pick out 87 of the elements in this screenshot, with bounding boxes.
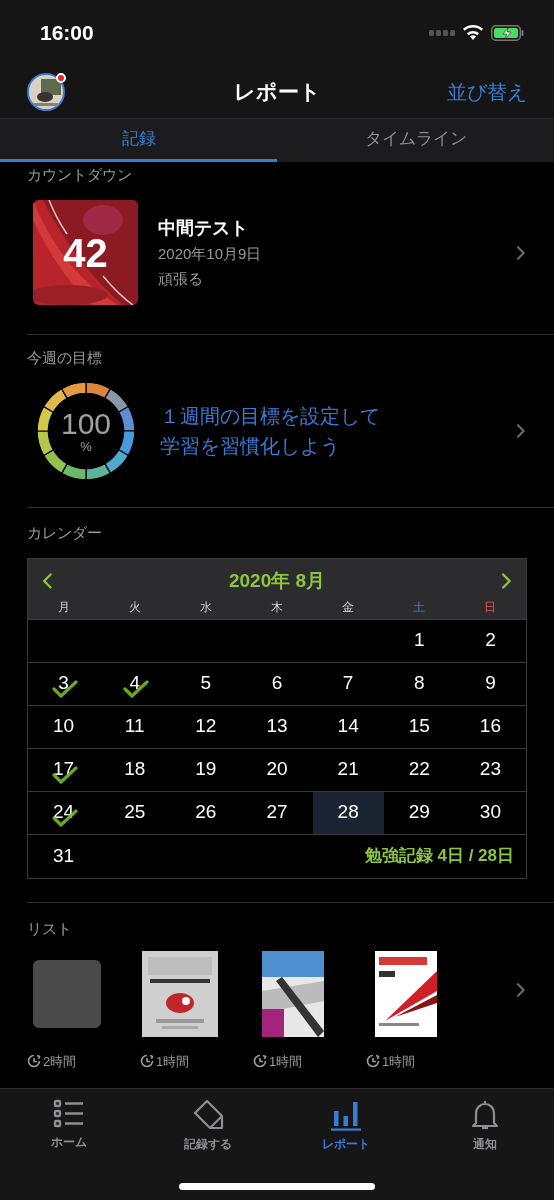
calendar-day[interactable]: 11 bbox=[99, 705, 171, 748]
calendar-day[interactable]: 30 bbox=[454, 791, 526, 834]
check-icon bbox=[52, 678, 78, 699]
weekday-label: 土 bbox=[412, 598, 427, 616]
calendar-day[interactable]: 17 bbox=[28, 748, 100, 791]
goal-percent: 100 bbox=[60, 408, 112, 440]
wifi-icon bbox=[463, 25, 483, 40]
calendar-day[interactable]: 15 bbox=[383, 705, 455, 748]
chevron-right-icon bbox=[516, 423, 526, 439]
section-heading: カウントダウン bbox=[27, 165, 133, 185]
calendar-day[interactable]: 21 bbox=[312, 748, 384, 791]
empty-thumbnail[interactable] bbox=[33, 959, 101, 1028]
section-heading: カレンダー bbox=[27, 523, 103, 543]
bar-chart-icon bbox=[330, 1099, 363, 1131]
calendar-day[interactable]: 31 bbox=[28, 834, 100, 878]
clock-icon bbox=[253, 1054, 267, 1069]
calendar-month: 2020年 8月 bbox=[228, 569, 326, 593]
calendar-day[interactable]: 16 bbox=[454, 705, 526, 748]
calendar-day[interactable]: 7 bbox=[312, 662, 384, 705]
event-note: 頑張る bbox=[158, 268, 204, 289]
goal-message[interactable]: 学習を習慣化しよう bbox=[160, 431, 340, 461]
page-title: レポート bbox=[233, 78, 321, 105]
study-duration: 1時間 bbox=[156, 1052, 190, 1071]
calendar-day[interactable]: 12 bbox=[170, 705, 242, 748]
study-duration: 1時間 bbox=[382, 1052, 416, 1071]
calendar-day[interactable]: 18 bbox=[99, 748, 171, 791]
calendar-day[interactable]: 14 bbox=[312, 705, 384, 748]
section-heading: リスト bbox=[27, 918, 73, 939]
signal-icon bbox=[429, 29, 455, 36]
weekday-label: 日 bbox=[483, 598, 498, 616]
calendar-day[interactable]: 24 bbox=[28, 791, 100, 834]
tab-bar-item[interactable]: 記録する bbox=[138, 1099, 277, 1153]
chevron-right-icon bbox=[501, 572, 512, 591]
study-duration: 1時間 bbox=[269, 1052, 303, 1071]
check-icon bbox=[52, 764, 78, 785]
goal-message[interactable]: １週間の目標を設定して bbox=[160, 401, 380, 431]
weekday-label: 火 bbox=[127, 598, 142, 616]
calendar-day[interactable]: 29 bbox=[383, 791, 455, 834]
avatar[interactable] bbox=[27, 72, 65, 111]
check-icon bbox=[123, 678, 150, 699]
calendar-day[interactable]: 19 bbox=[170, 748, 242, 791]
weekday-label: 水 bbox=[198, 598, 213, 616]
sort-button[interactable]: 並び替え bbox=[447, 76, 527, 107]
calendar-day[interactable]: 13 bbox=[241, 705, 313, 748]
tab-bar-item[interactable]: レポート bbox=[277, 1099, 416, 1153]
calendar-day[interactable]: 2 bbox=[454, 619, 526, 662]
check-icon bbox=[52, 807, 78, 828]
calendar-day[interactable]: 4 bbox=[99, 662, 171, 705]
calendar-day[interactable]: 26 bbox=[170, 791, 242, 834]
calendar-day[interactable]: 25 bbox=[99, 791, 171, 834]
calendar-day[interactable]: 28 bbox=[312, 791, 384, 834]
calendar-day[interactable]: 1 bbox=[383, 619, 455, 662]
list-icon bbox=[53, 1099, 86, 1129]
tab-bar-item[interactable]: ホーム bbox=[0, 1099, 139, 1153]
clock-icon bbox=[366, 1054, 380, 1069]
eraser-icon bbox=[191, 1099, 224, 1131]
weekday-label: 金 bbox=[341, 598, 356, 616]
event-title: 中間テスト bbox=[158, 216, 249, 240]
tab[interactable]: タイムライン bbox=[277, 119, 554, 162]
calendar-day[interactable]: 8 bbox=[383, 662, 455, 705]
tab-bar-item[interactable]: 通知 bbox=[415, 1099, 554, 1153]
battery-icon bbox=[491, 24, 524, 41]
weekday-label: 木 bbox=[270, 598, 284, 616]
study-summary: 勉強記録 4日 / 28日 bbox=[363, 845, 515, 868]
calendar-day[interactable]: 6 bbox=[241, 662, 313, 705]
chevron-right-icon bbox=[516, 981, 526, 998]
calendar-day[interactable]: 20 bbox=[241, 748, 313, 791]
bell-icon bbox=[469, 1099, 500, 1131]
clock-icon bbox=[140, 1054, 154, 1069]
days-left: 42 bbox=[63, 229, 108, 277]
calendar-day[interactable]: 5 bbox=[170, 662, 242, 705]
status-time: 16:00 bbox=[40, 19, 94, 46]
section-heading: 今週の目標 bbox=[27, 348, 103, 368]
study-duration: 2時間 bbox=[43, 1052, 77, 1071]
calendar-day[interactable]: 3 bbox=[28, 662, 100, 705]
calendar-day[interactable]: 27 bbox=[241, 791, 313, 834]
event-date: 2020年10月9日 bbox=[158, 243, 263, 264]
chevron-left-icon bbox=[42, 572, 53, 591]
clock-icon bbox=[27, 1054, 41, 1069]
calendar-day[interactable]: 23 bbox=[454, 748, 526, 791]
tab[interactable]: 記録 bbox=[0, 119, 277, 162]
calendar-day[interactable]: 10 bbox=[28, 705, 100, 748]
percent-unit: % bbox=[80, 440, 92, 454]
chevron-right-icon bbox=[516, 244, 526, 261]
weekday-label: 月 bbox=[56, 598, 71, 616]
calendar-day[interactable]: 9 bbox=[454, 662, 526, 705]
calendar-day[interactable]: 22 bbox=[383, 748, 455, 791]
